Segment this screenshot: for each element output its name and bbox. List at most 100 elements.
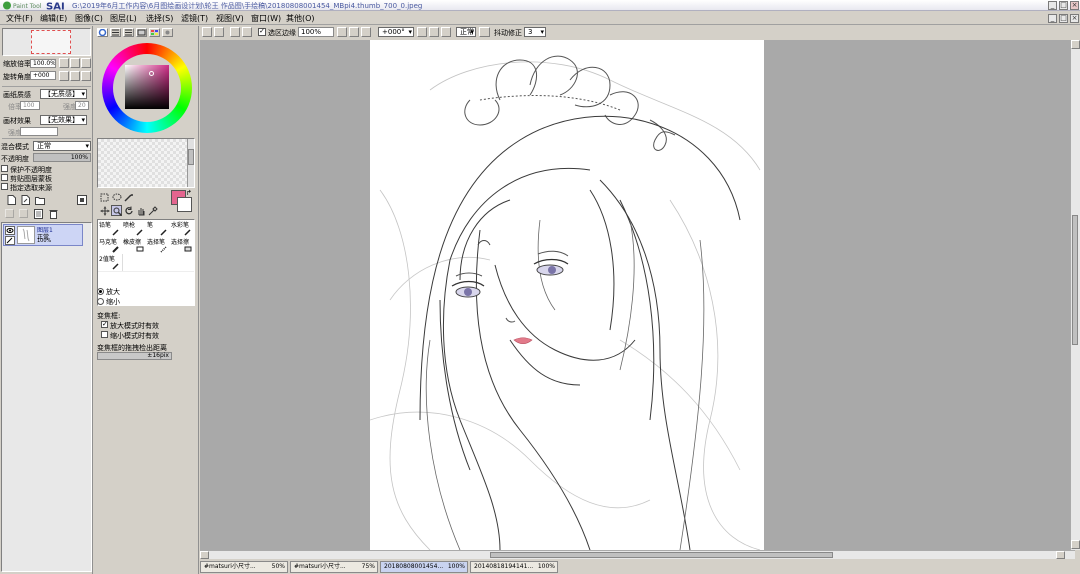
delete-layer-icon[interactable] xyxy=(49,209,58,219)
scroll-right-button[interactable] xyxy=(1056,551,1065,559)
magic-wand-icon[interactable] xyxy=(124,193,134,202)
transfer-down-button[interactable] xyxy=(5,209,14,218)
move-icon[interactable] xyxy=(100,206,110,216)
new-layer-icon[interactable] xyxy=(7,195,16,205)
canvas-rotate-left-button[interactable] xyxy=(417,27,427,37)
menu-view[interactable]: 视图(V) xyxy=(216,13,244,24)
close-button[interactable]: × xyxy=(1070,1,1079,10)
angle-field[interactable]: +000 xyxy=(30,71,56,80)
brush-select-pen[interactable]: 选择笔 xyxy=(146,237,170,254)
menu-layer[interactable]: 图层(L) xyxy=(110,13,137,24)
maximize-button[interactable]: □ xyxy=(1059,1,1068,10)
redo-button[interactable] xyxy=(214,27,224,37)
new-linework-layer-icon[interactable] xyxy=(21,195,30,205)
canvas-zoom-reset-button[interactable] xyxy=(361,27,371,37)
scroll-up-button[interactable] xyxy=(1071,40,1080,49)
canvas-rotate-right-button[interactable] xyxy=(429,27,439,37)
undo-button[interactable] xyxy=(202,27,212,37)
canvas-zoom-in-button[interactable] xyxy=(349,27,359,37)
rect-select-icon[interactable] xyxy=(100,193,109,202)
protect-opacity-checkbox[interactable] xyxy=(1,165,8,172)
brush-binary-pen[interactable]: 2值笔 xyxy=(98,254,122,271)
zoom-out-radio[interactable] xyxy=(97,298,104,305)
color-wheel[interactable] xyxy=(97,39,196,137)
deselect-button[interactable] xyxy=(230,27,240,37)
rgb-slider-tab[interactable] xyxy=(110,28,121,37)
navigator-preview[interactable] xyxy=(2,28,91,56)
lasso-icon[interactable] xyxy=(112,193,122,202)
sv-square[interactable] xyxy=(125,65,169,109)
drag-threshold-slider[interactable]: ±16pix xyxy=(97,352,172,360)
doc-close-button[interactable]: × xyxy=(1070,14,1079,23)
clear-layer-icon[interactable] xyxy=(34,209,43,219)
brush-airbrush[interactable]: 喷枪 xyxy=(122,220,146,237)
brush-eraser[interactable]: 橡皮擦 xyxy=(122,237,146,254)
view-mode-select[interactable]: 正常 xyxy=(456,27,476,37)
sv-picker[interactable] xyxy=(149,71,154,76)
scratchpad-tab[interactable] xyxy=(162,28,173,37)
document-tab-4[interactable]: 20140818194141... 100% xyxy=(470,561,558,573)
swatch-grid[interactable] xyxy=(97,138,195,188)
hsv-slider-tab[interactable] xyxy=(123,28,134,37)
scroll-left-button[interactable] xyxy=(200,551,209,559)
new-folder-icon[interactable] xyxy=(35,195,45,205)
brush-watercolor[interactable]: 水彩笔 xyxy=(170,220,194,237)
zoom-in-button[interactable] xyxy=(70,58,80,68)
canvas-rotate-reset-button[interactable] xyxy=(441,27,451,37)
flip-button[interactable] xyxy=(479,27,490,37)
paper-texture-scale-field[interactable]: 100 xyxy=(20,101,40,110)
invert-select-button[interactable] xyxy=(242,27,252,37)
menu-other[interactable]: 其他(O) xyxy=(286,13,315,24)
vertical-scroll-thumb[interactable] xyxy=(1072,215,1078,345)
brush-select-eraser[interactable]: 选择擦 xyxy=(170,237,194,254)
menu-filter[interactable]: 滤镜(T) xyxy=(181,13,208,24)
rotate-icon[interactable] xyxy=(124,206,134,216)
layer-row[interactable]: 图层1 正常 100% xyxy=(3,224,83,246)
rotate-reset-button[interactable] xyxy=(81,71,91,81)
canvas-zoom-out-button[interactable] xyxy=(337,27,347,37)
palette-tab[interactable] xyxy=(136,28,147,37)
menu-image[interactable]: 图像(C) xyxy=(75,13,103,24)
opacity-slider[interactable]: 100% xyxy=(33,153,91,162)
merge-down-button[interactable] xyxy=(19,209,28,218)
edit-pencil-icon[interactable] xyxy=(5,236,15,245)
selection-edge-checkbox[interactable]: ✓ xyxy=(258,28,266,36)
menu-select[interactable]: 选择(S) xyxy=(146,13,173,24)
document-tab-2[interactable]: #matsuri小尺寸... 75% xyxy=(290,561,378,573)
menu-window[interactable]: 窗口(W) xyxy=(251,13,281,24)
minimize-button[interactable]: _ xyxy=(1048,1,1057,10)
visibility-eye-icon[interactable] xyxy=(5,226,15,235)
rotate-left-button[interactable] xyxy=(59,71,69,81)
swap-colors-icon[interactable]: ↱ xyxy=(186,189,192,197)
zoom-in-radio[interactable] xyxy=(97,288,104,295)
scroll-down-button[interactable] xyxy=(1071,540,1080,549)
vertical-scrollbar[interactable] xyxy=(1070,40,1080,550)
brush-pen[interactable]: 笔 xyxy=(146,220,170,237)
secondary-color-swatch[interactable] xyxy=(177,197,192,212)
clipping-mask-checkbox[interactable] xyxy=(1,174,8,181)
frame-zoom-out-checkbox[interactable] xyxy=(101,331,108,338)
doc-minimize-button[interactable]: _ xyxy=(1048,14,1057,23)
hand-icon[interactable] xyxy=(136,206,146,216)
drawing-canvas[interactable] xyxy=(370,40,764,550)
menu-edit[interactable]: 编辑(E) xyxy=(40,13,67,24)
menu-file[interactable]: 文件(F) xyxy=(6,13,33,24)
eyedropper-icon[interactable] xyxy=(148,206,158,216)
paper-texture-select[interactable]: 【无质感】 xyxy=(40,89,87,99)
horizontal-scroll-thumb[interactable] xyxy=(490,552,833,558)
blend-mode-select[interactable]: 正常 xyxy=(33,141,91,151)
zoom-field[interactable]: 100.0% xyxy=(30,59,56,68)
zoom-reset-button[interactable] xyxy=(81,58,91,68)
layer-mask-icon[interactable] xyxy=(77,195,87,205)
zoom-out-button[interactable] xyxy=(59,58,69,68)
document-tab-3[interactable]: 20180808001454... 100% xyxy=(380,561,468,573)
paper-texture-strength-field[interactable]: 20 xyxy=(75,101,89,110)
canvas-angle-select[interactable]: +000° xyxy=(378,27,414,37)
paper-effect-strength-field[interactable] xyxy=(20,127,58,136)
swatches-tab[interactable] xyxy=(149,28,160,37)
brush-pencil[interactable]: 铅笔 xyxy=(98,220,122,237)
doc-restore-button[interactable]: □ xyxy=(1059,14,1068,23)
zoom-tool-button[interactable] xyxy=(111,205,122,216)
brush-marker[interactable]: 马克笔 xyxy=(98,237,122,254)
color-wheel-tab[interactable] xyxy=(97,28,108,37)
